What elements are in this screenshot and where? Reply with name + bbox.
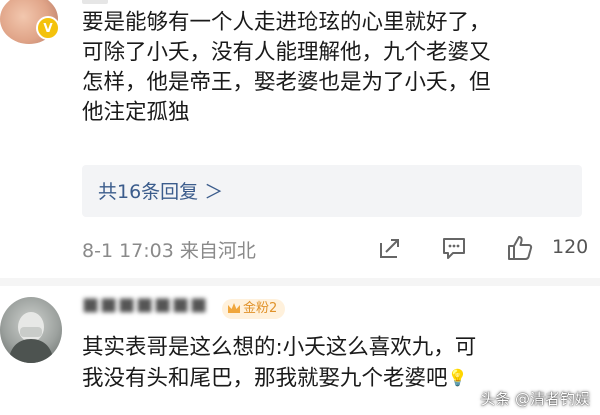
comment-line-text: 我没有头和尾巴，那我就娶九个老婆吧	[82, 366, 448, 391]
comment-line: 怎样，他是帝王，娶老婆也是为了小夭，但	[82, 70, 491, 95]
avatar[interactable]: V	[0, 0, 60, 44]
reply-icon[interactable]	[440, 234, 468, 262]
comment-line: 要是能够有一个人走进玱玹的心里就好了，	[82, 10, 491, 35]
comment-line: 可除了小夭，没有人能理解他，九个老婆又	[82, 40, 491, 65]
divider	[0, 278, 600, 286]
comment-line: 其实表哥是这么想的:小夭这么喜欢九，可	[82, 335, 477, 360]
fan-level-badge: 金粉2	[222, 299, 286, 319]
fan-badge-label: 金粉2	[243, 301, 278, 316]
comment-meta: 8-1 17:03 来自河北 120	[82, 236, 592, 262]
comment-line: 我没有头和尾巴，那我就娶九个老婆吧💡	[82, 363, 476, 394]
comment-text: 其实表哥是这么想的:小夭这么喜欢九，可 我没有头和尾巴，那我就娶九个老婆吧💡	[82, 333, 476, 394]
like-count: 120	[552, 236, 589, 258]
verified-badge-icon: V	[36, 16, 60, 40]
username-blurred[interactable]: ■■■■■■■	[82, 294, 208, 315]
share-icon[interactable]	[376, 234, 404, 262]
lightbulb-icon: 💡	[447, 368, 468, 387]
username-stub[interactable]	[82, 0, 108, 4]
watermark: 头条 @清者钓娱	[480, 390, 590, 408]
thumbs-up-icon[interactable]	[506, 234, 534, 262]
comment-text: 要是能够有一个人走进玱玹的心里就好了， 可除了小夭，没有人能理解他，九个老婆又 …	[82, 8, 491, 128]
crown-icon	[228, 303, 240, 313]
comment-line: 他注定孤独	[82, 100, 190, 125]
replies-preview[interactable]: 共16条回复 ＞	[82, 165, 582, 217]
avatar[interactable]	[0, 297, 62, 363]
view-replies-link[interactable]: 共16条回复 ＞	[98, 177, 223, 204]
avatar-figure-icon	[8, 312, 54, 363]
date-location: 8-1 17:03 来自河北	[82, 240, 256, 262]
